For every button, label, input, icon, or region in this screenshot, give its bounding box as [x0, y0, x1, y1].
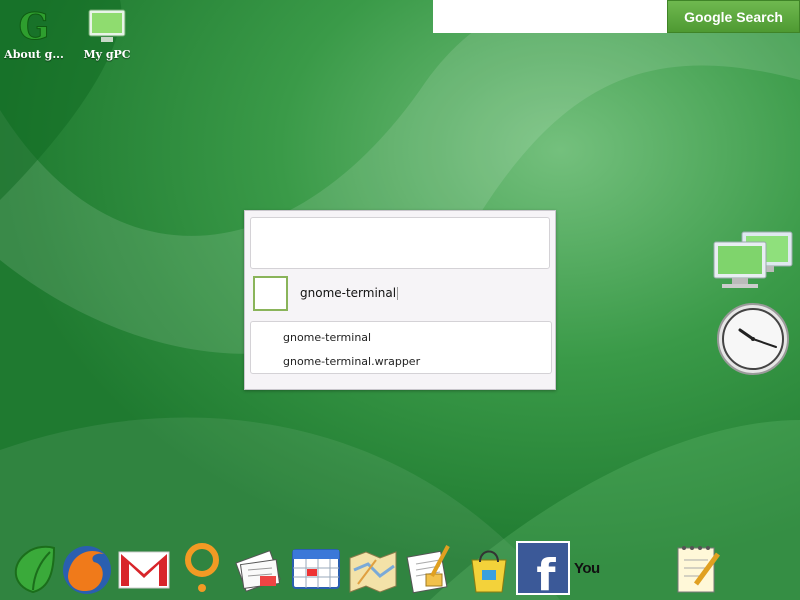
command-icon — [253, 276, 288, 311]
desktop-icon-label: About g... — [4, 48, 64, 61]
desktop-icon-label: My gPC — [83, 48, 131, 61]
run-dialog: gnome-terminal gnome-terminal gnome-term… — [244, 210, 556, 390]
docs-icon[interactable] — [404, 540, 458, 596]
google-g-icon: G — [14, 6, 54, 49]
suggestion-item[interactable]: gnome-terminal.wrapper — [251, 350, 551, 374]
orkut-icon[interactable] — [175, 540, 229, 596]
suggestion-item[interactable]: gnome-terminal — [251, 326, 551, 350]
text-caret — [397, 287, 399, 300]
firefox-icon[interactable] — [60, 540, 114, 596]
calendar-icon[interactable] — [289, 540, 343, 596]
notepad-icon[interactable] — [672, 540, 726, 596]
maps-icon[interactable] — [346, 540, 400, 596]
svg-text:f: f — [536, 550, 556, 596]
desktop-icon-about[interactable]: G About g... — [0, 6, 71, 62]
news-icon[interactable] — [232, 540, 286, 596]
run-command-input[interactable]: gnome-terminal — [300, 282, 540, 304]
google-search-button[interactable]: Google Search — [667, 0, 800, 33]
monitor-icon — [87, 6, 127, 46]
clock-icon[interactable] — [716, 302, 790, 376]
run-preview-area — [250, 217, 550, 269]
svg-text:G: G — [19, 6, 50, 46]
run-command-text: gnome-terminal — [300, 286, 397, 300]
desktop-icon-my-gpc[interactable]: My gPC — [70, 6, 144, 61]
network-icon[interactable] — [712, 230, 796, 290]
suggestion-list: gnome-terminal gnome-terminal.wrapper — [250, 321, 552, 374]
shopping-bag-icon[interactable] — [462, 540, 516, 596]
facebook-icon[interactable]: f — [516, 540, 570, 600]
gmail-icon[interactable] — [117, 540, 171, 596]
google-search-input[interactable] — [433, 0, 667, 33]
youtube-icon[interactable]: You — [574, 560, 600, 577]
leaf-icon[interactable] — [6, 540, 60, 596]
